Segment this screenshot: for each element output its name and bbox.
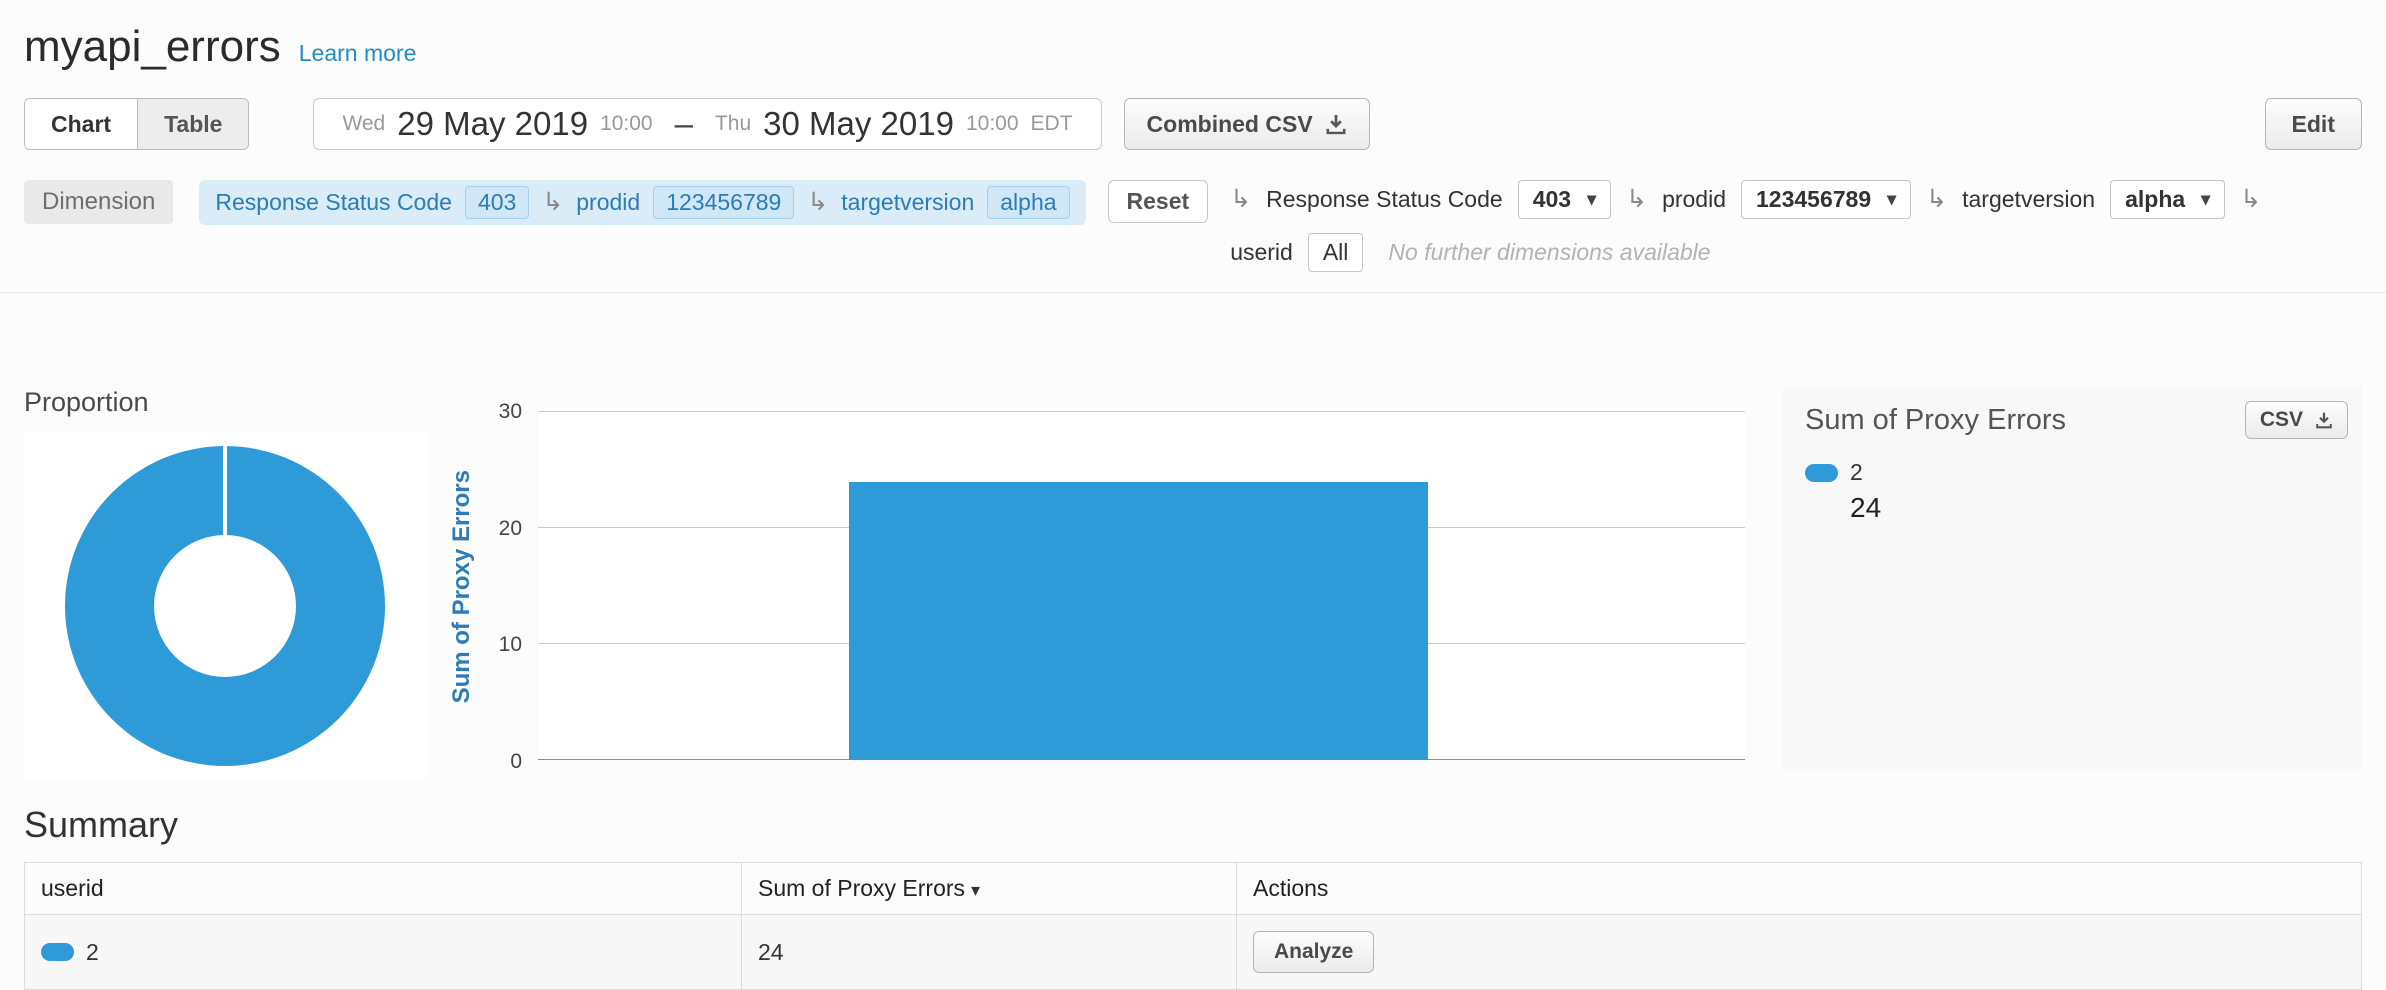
table-view-button[interactable]: Table	[138, 99, 248, 149]
dimension-bar: Dimension Response Status Code 403 ↳ pro…	[24, 180, 2362, 272]
download-icon	[2315, 411, 2333, 429]
section-divider	[0, 292, 2386, 293]
y-axis-label: Sum of Proxy Errors	[448, 470, 476, 703]
breadcrumb-name: Response Status Code	[215, 189, 452, 216]
table-header-row: userid Sum of Proxy Errors ▾ Actions	[25, 863, 2362, 915]
y-tick-label: 30	[499, 400, 522, 424]
selector-dropdown-prodid[interactable]: 123456789 ▾	[1741, 180, 1911, 219]
column-header-actions: Actions	[1237, 863, 2362, 915]
caret-down-icon: ▾	[1587, 189, 1596, 210]
selector-dropdown-response-status-code[interactable]: 403 ▾	[1518, 180, 1611, 219]
branch-arrow-icon: ↳	[2240, 187, 2261, 212]
bar-plot-area	[538, 412, 1745, 760]
timezone-label: EDT	[1031, 112, 1073, 136]
page: myapi_errors Learn more Chart Table Wed …	[0, 0, 2386, 968]
column-header-sum-label: Sum of Proxy Errors	[758, 875, 965, 901]
sort-caret-icon: ▾	[971, 880, 980, 900]
table-row: 2 24 Analyze	[25, 915, 2362, 990]
cell-actions: Analyze	[1237, 915, 2362, 990]
proportion-title: Proportion	[24, 387, 426, 418]
end-date: 30 May 2019	[763, 105, 954, 143]
end-day: Thu	[715, 112, 751, 136]
date-range-picker[interactable]: Wed 29 May 2019 10:00 – Thu 30 May 2019 …	[313, 98, 1101, 150]
edit-button[interactable]: Edit	[2265, 98, 2362, 150]
reset-button[interactable]: Reset	[1108, 180, 1209, 223]
selector-value: 403	[1533, 186, 1571, 213]
combined-csv-label: Combined CSV	[1147, 111, 1313, 138]
legend-label: 2	[1850, 459, 1863, 486]
legend-title: Sum of Proxy Errors	[1805, 404, 2066, 437]
y-tick-label: 0	[510, 750, 522, 774]
donut-slice-userid-2[interactable]	[65, 446, 385, 766]
breadcrumb-value[interactable]: 403	[465, 186, 529, 219]
bar-userid-2[interactable]	[849, 482, 1428, 760]
start-day: Wed	[342, 112, 385, 136]
page-title: myapi_errors	[24, 22, 281, 72]
learn-more-link[interactable]: Learn more	[299, 40, 417, 67]
y-axis-ticks: 3020100	[476, 412, 538, 762]
selector-value: alpha	[2125, 186, 2185, 213]
selector-name-userid: userid	[1230, 239, 1293, 266]
dimension-breadcrumb: Response Status Code 403 ↳ prodid 123456…	[199, 180, 1085, 225]
download-icon	[1325, 113, 1347, 135]
breadcrumb-value[interactable]: 123456789	[653, 186, 794, 219]
chart-view-button[interactable]: Chart	[25, 99, 138, 149]
start-time: 10:00	[600, 112, 653, 136]
selector-line-2: userid All No further dimensions availab…	[1230, 233, 2261, 272]
userid-all-chip[interactable]: All	[1308, 233, 1364, 272]
no-further-dimensions-text: No further dimensions available	[1388, 239, 1710, 266]
branch-arrow-icon: ↳	[542, 190, 563, 215]
csv-label: CSV	[2260, 408, 2303, 432]
proportion-panel: Proportion	[24, 387, 426, 780]
series-swatch	[41, 943, 74, 961]
branch-arrow-icon: ↳	[1626, 187, 1647, 212]
legend-panel: Sum of Proxy Errors CSV 2 24	[1783, 387, 2362, 769]
selector-value: 123456789	[1756, 186, 1871, 213]
charts-row: Proportion Sum of Proxy Errors 30 20 10 0 S…	[0, 387, 2386, 780]
selector-name: prodid	[1662, 186, 1726, 213]
breadcrumb-name: targetversion	[841, 189, 974, 216]
series-swatch	[1805, 464, 1838, 482]
column-header-userid[interactable]: userid	[25, 863, 742, 915]
selector-line-1: ↳ Response Status Code 403 ▾ ↳ prodid 12…	[1230, 180, 2261, 219]
breadcrumb-value[interactable]: alpha	[987, 186, 1069, 219]
gridline	[538, 411, 1745, 412]
end-time: 10:00	[966, 112, 1019, 136]
cell-sum-value: 24	[742, 915, 1237, 990]
caret-down-icon: ▾	[2201, 189, 2210, 210]
page-header: myapi_errors Learn more	[0, 0, 2386, 72]
branch-arrow-icon: ↳	[1230, 187, 1251, 212]
selector-name: Response Status Code	[1266, 186, 1503, 213]
y-tick-label: 20	[499, 517, 522, 541]
summary-table: userid Sum of Proxy Errors ▾ Actions 2 24…	[24, 862, 2362, 990]
donut-slice-gap	[223, 446, 227, 536]
bar-chart: Sum of Proxy Errors 3020100	[448, 412, 1745, 762]
dimension-selectors: ↳ Response Status Code 403 ▾ ↳ prodid 12…	[1230, 180, 2261, 272]
view-toggle: Chart Table	[24, 98, 249, 150]
cell-userid: 2	[25, 915, 742, 990]
column-header-sum[interactable]: Sum of Proxy Errors ▾	[742, 863, 1237, 915]
branch-arrow-icon: ↳	[1926, 187, 1947, 212]
legend-header: Sum of Proxy Errors CSV	[1805, 401, 2348, 439]
caret-down-icon: ▾	[1887, 189, 1896, 210]
donut-hole	[154, 535, 296, 677]
start-date: 29 May 2019	[397, 105, 588, 143]
dimension-label: Dimension	[24, 180, 173, 224]
branch-arrow-icon: ↳	[807, 190, 828, 215]
toolbar: Chart Table Wed 29 May 2019 10:00 – Thu …	[24, 98, 2362, 150]
csv-button[interactable]: CSV	[2245, 401, 2348, 439]
breadcrumb-name: prodid	[576, 189, 640, 216]
edit-label: Edit	[2292, 111, 2335, 138]
date-range-separator: –	[675, 105, 693, 143]
proportion-donut-chart	[24, 432, 426, 780]
y-tick-label: 10	[499, 633, 522, 657]
cell-userid-value: 2	[86, 939, 99, 966]
analyze-button[interactable]: Analyze	[1253, 931, 1374, 973]
legend-value: 24	[1850, 492, 2348, 524]
selector-dropdown-targetversion[interactable]: alpha ▾	[2110, 180, 2225, 219]
combined-csv-button[interactable]: Combined CSV	[1124, 98, 1370, 150]
summary-title: Summary	[24, 804, 2362, 846]
legend-item[interactable]: 2	[1805, 459, 2348, 486]
selector-name: targetversion	[1962, 186, 2095, 213]
